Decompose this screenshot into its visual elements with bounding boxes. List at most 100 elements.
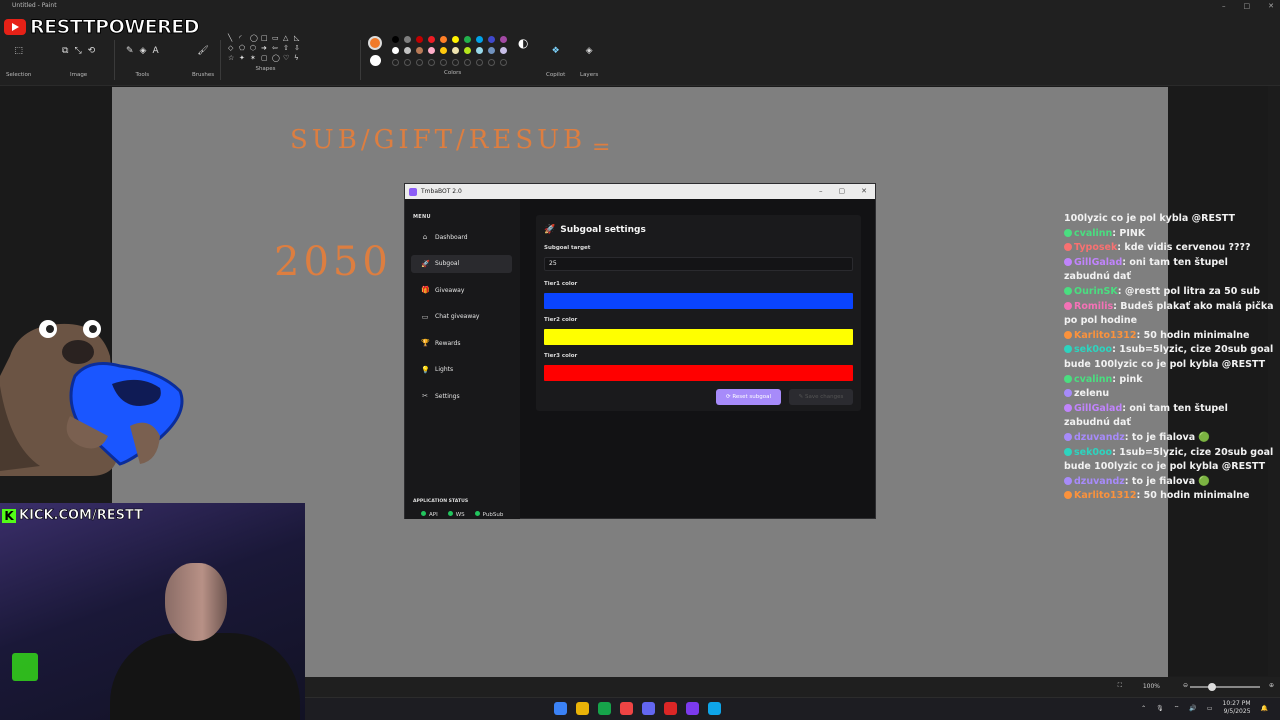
palette-swatch[interactable] [488, 47, 495, 55]
palette-swatch[interactable] [464, 36, 471, 43]
ribbon-group-colors[interactable]: ◐ Colors [368, 36, 528, 76]
text-icon[interactable]: A [152, 46, 158, 56]
custom-color-slot[interactable] [440, 58, 447, 66]
sidebar-item-settings[interactable]: ✂ Settings [411, 387, 512, 405]
clock[interactable]: 10:27 PM 9/5/2025 [1223, 700, 1251, 716]
palette-swatch[interactable] [416, 36, 423, 43]
custom-color-slot[interactable] [500, 58, 507, 66]
palette-swatch[interactable] [392, 36, 399, 43]
palette-swatch[interactable] [440, 47, 447, 55]
sidebar-item-chat-giveaway[interactable]: ▭ Chat giveaway [411, 308, 512, 326]
custom-color-slot[interactable] [476, 58, 483, 66]
custom-color-slot[interactable] [488, 58, 495, 66]
ribbon-group-copilot[interactable]: ❖ Copilot [546, 34, 565, 78]
palette-swatch[interactable] [452, 47, 459, 55]
resize-icon[interactable]: ⤡ [74, 46, 81, 56]
color-palette[interactable] [392, 36, 508, 66]
tmbabot-title-bar[interactable]: TmbaBOT 2.0 – ▢ ✕ [405, 184, 875, 199]
zoom-level[interactable]: 100% [1143, 683, 1160, 690]
discord-icon[interactable] [642, 702, 655, 715]
canvas-scribble: SUB/GIFT/RESUB [290, 125, 587, 155]
custom-color-slot[interactable] [428, 58, 435, 66]
custom-color-slot[interactable] [464, 58, 471, 66]
brush-icon[interactable]: 🖌 [197, 46, 208, 56]
palette-swatch[interactable] [488, 36, 495, 43]
palette-swatch[interactable] [452, 36, 459, 43]
tier1-color-picker[interactable] [544, 293, 853, 309]
custom-color-slot[interactable] [392, 58, 399, 66]
color-picker-icon[interactable]: ◐ [518, 36, 528, 66]
crop-icon[interactable]: ⧉ [62, 46, 68, 56]
sidebar-item-giveaway[interactable]: 🎁 Giveaway [411, 281, 512, 299]
ribbon-group-selection[interactable]: ⬚ Selection [6, 34, 31, 78]
ribbon-divider [360, 40, 361, 80]
palette-swatch[interactable] [428, 36, 435, 43]
sidebar-item-dashboard[interactable]: ⌂ Dashboard [411, 228, 512, 246]
palette-swatch[interactable] [392, 47, 399, 55]
minimize-icon[interactable]: – [819, 184, 823, 199]
palette-swatch[interactable] [428, 47, 435, 55]
mic-icon[interactable]: 🎙 [1156, 705, 1164, 712]
palette-swatch[interactable] [476, 36, 483, 43]
custom-color-slot[interactable] [452, 58, 459, 66]
paint-window-controls: – □ ✕ [1222, 0, 1274, 12]
maximize-icon[interactable]: □ [1244, 0, 1251, 12]
subgoal-target-input[interactable]: 25 [544, 257, 853, 271]
zoom-slider-knob[interactable] [1208, 683, 1216, 691]
start-icon[interactable] [554, 702, 567, 715]
palette-swatch[interactable] [416, 47, 423, 55]
custom-color-slot[interactable] [404, 58, 411, 66]
ribbon-group-tools[interactable]: ✎ ◈ A Tools [126, 34, 159, 78]
palette-swatch[interactable] [500, 36, 507, 43]
ribbon-group-image[interactable]: ⧉ ⤡ ⟲ Image [62, 34, 95, 78]
tier3-color-picker[interactable] [544, 365, 853, 381]
zoom-out-icon[interactable]: ⊖ [1183, 682, 1188, 689]
chat-text: @restt pol litra za 50 sub [1124, 285, 1260, 297]
chat-message: sek0oo: 1sub=5lyzic, cize 20sub goal bud… [1064, 446, 1274, 473]
ribbon-group-shapes[interactable]: ╲ ◜ ◯ □ ▭ △ ◺ ◇ ⬠ ⬡ ➜ ⇦ ⇧ ⇩ ☆ ✦ ✶ ▢ ◯ ♡ ϟ Shapes [228, 34, 303, 72]
sidebar-item-lights[interactable]: 💡 Lights [411, 361, 512, 379]
palette-swatch[interactable] [500, 47, 507, 55]
pencil-icon[interactable]: ✎ [126, 46, 134, 56]
palette-swatch[interactable] [404, 36, 411, 43]
copilot-icon[interactable]: ❖ [552, 46, 560, 56]
custom-color-slot[interactable] [416, 58, 423, 66]
palette-swatch[interactable] [464, 47, 471, 55]
rotate-icon[interactable]: ⟲ [88, 46, 96, 56]
sidebar-item-subgoal[interactable]: 🚀 Subgoal [411, 254, 512, 273]
fill-icon[interactable]: ◈ [140, 46, 147, 56]
brave-icon[interactable] [620, 702, 633, 715]
maximize-icon[interactable]: ▢ [839, 184, 846, 199]
battery-icon[interactable]: ▭ [1207, 705, 1213, 712]
secondary-color-swatch[interactable] [369, 55, 381, 66]
save-changes-button[interactable]: ✎ Save changes [789, 389, 853, 405]
network-icon[interactable]: ⌔ [1174, 704, 1180, 712]
ribbon-group-layers[interactable]: ◈ Layers [580, 34, 598, 78]
chat-username: GillGalad [1074, 402, 1123, 414]
palette-swatch[interactable] [404, 47, 411, 55]
minimize-icon[interactable]: – [1222, 0, 1226, 12]
file-explorer-icon[interactable] [576, 702, 589, 715]
notifications-icon[interactable]: 🔔 [1261, 705, 1268, 712]
fit-window-icon[interactable]: ⛶ [1118, 682, 1122, 690]
tier2-color-picker[interactable] [544, 329, 853, 345]
close-icon[interactable]: ✕ [1268, 0, 1274, 12]
volume-icon[interactable]: 🔊 [1189, 705, 1196, 712]
reset-subgoal-button[interactable]: ⟳ Reset subgoal [716, 389, 781, 405]
tmbabot-taskbar-icon[interactable] [686, 702, 699, 715]
palette-swatch[interactable] [440, 36, 447, 43]
zoom-in-icon[interactable]: ⊕ [1269, 682, 1274, 689]
zoom-slider[interactable] [1190, 683, 1260, 691]
chevron-up-icon[interactable]: ⌃ [1141, 705, 1146, 712]
sidebar-item-rewards[interactable]: 🏆 Rewards [411, 334, 512, 352]
layers-icon[interactable]: ◈ [586, 46, 593, 56]
close-icon[interactable]: ✕ [861, 184, 867, 199]
shapes-gallery[interactable]: ╲ ◜ ◯ □ ▭ △ ◺ ◇ ⬠ ⬡ ➜ ⇦ ⇧ ⇩ ☆ ✦ ✶ ▢ ◯ ♡ ϟ [228, 34, 303, 62]
obs-icon[interactable] [664, 702, 677, 715]
xbox-icon[interactable] [598, 702, 611, 715]
ribbon-group-brushes[interactable]: 🖌 Brushes [192, 34, 214, 78]
selection-icon[interactable]: ⬚ [14, 46, 23, 56]
current-color-swatch[interactable] [368, 36, 382, 50]
edge-icon[interactable] [708, 702, 721, 715]
palette-swatch[interactable] [476, 47, 483, 55]
